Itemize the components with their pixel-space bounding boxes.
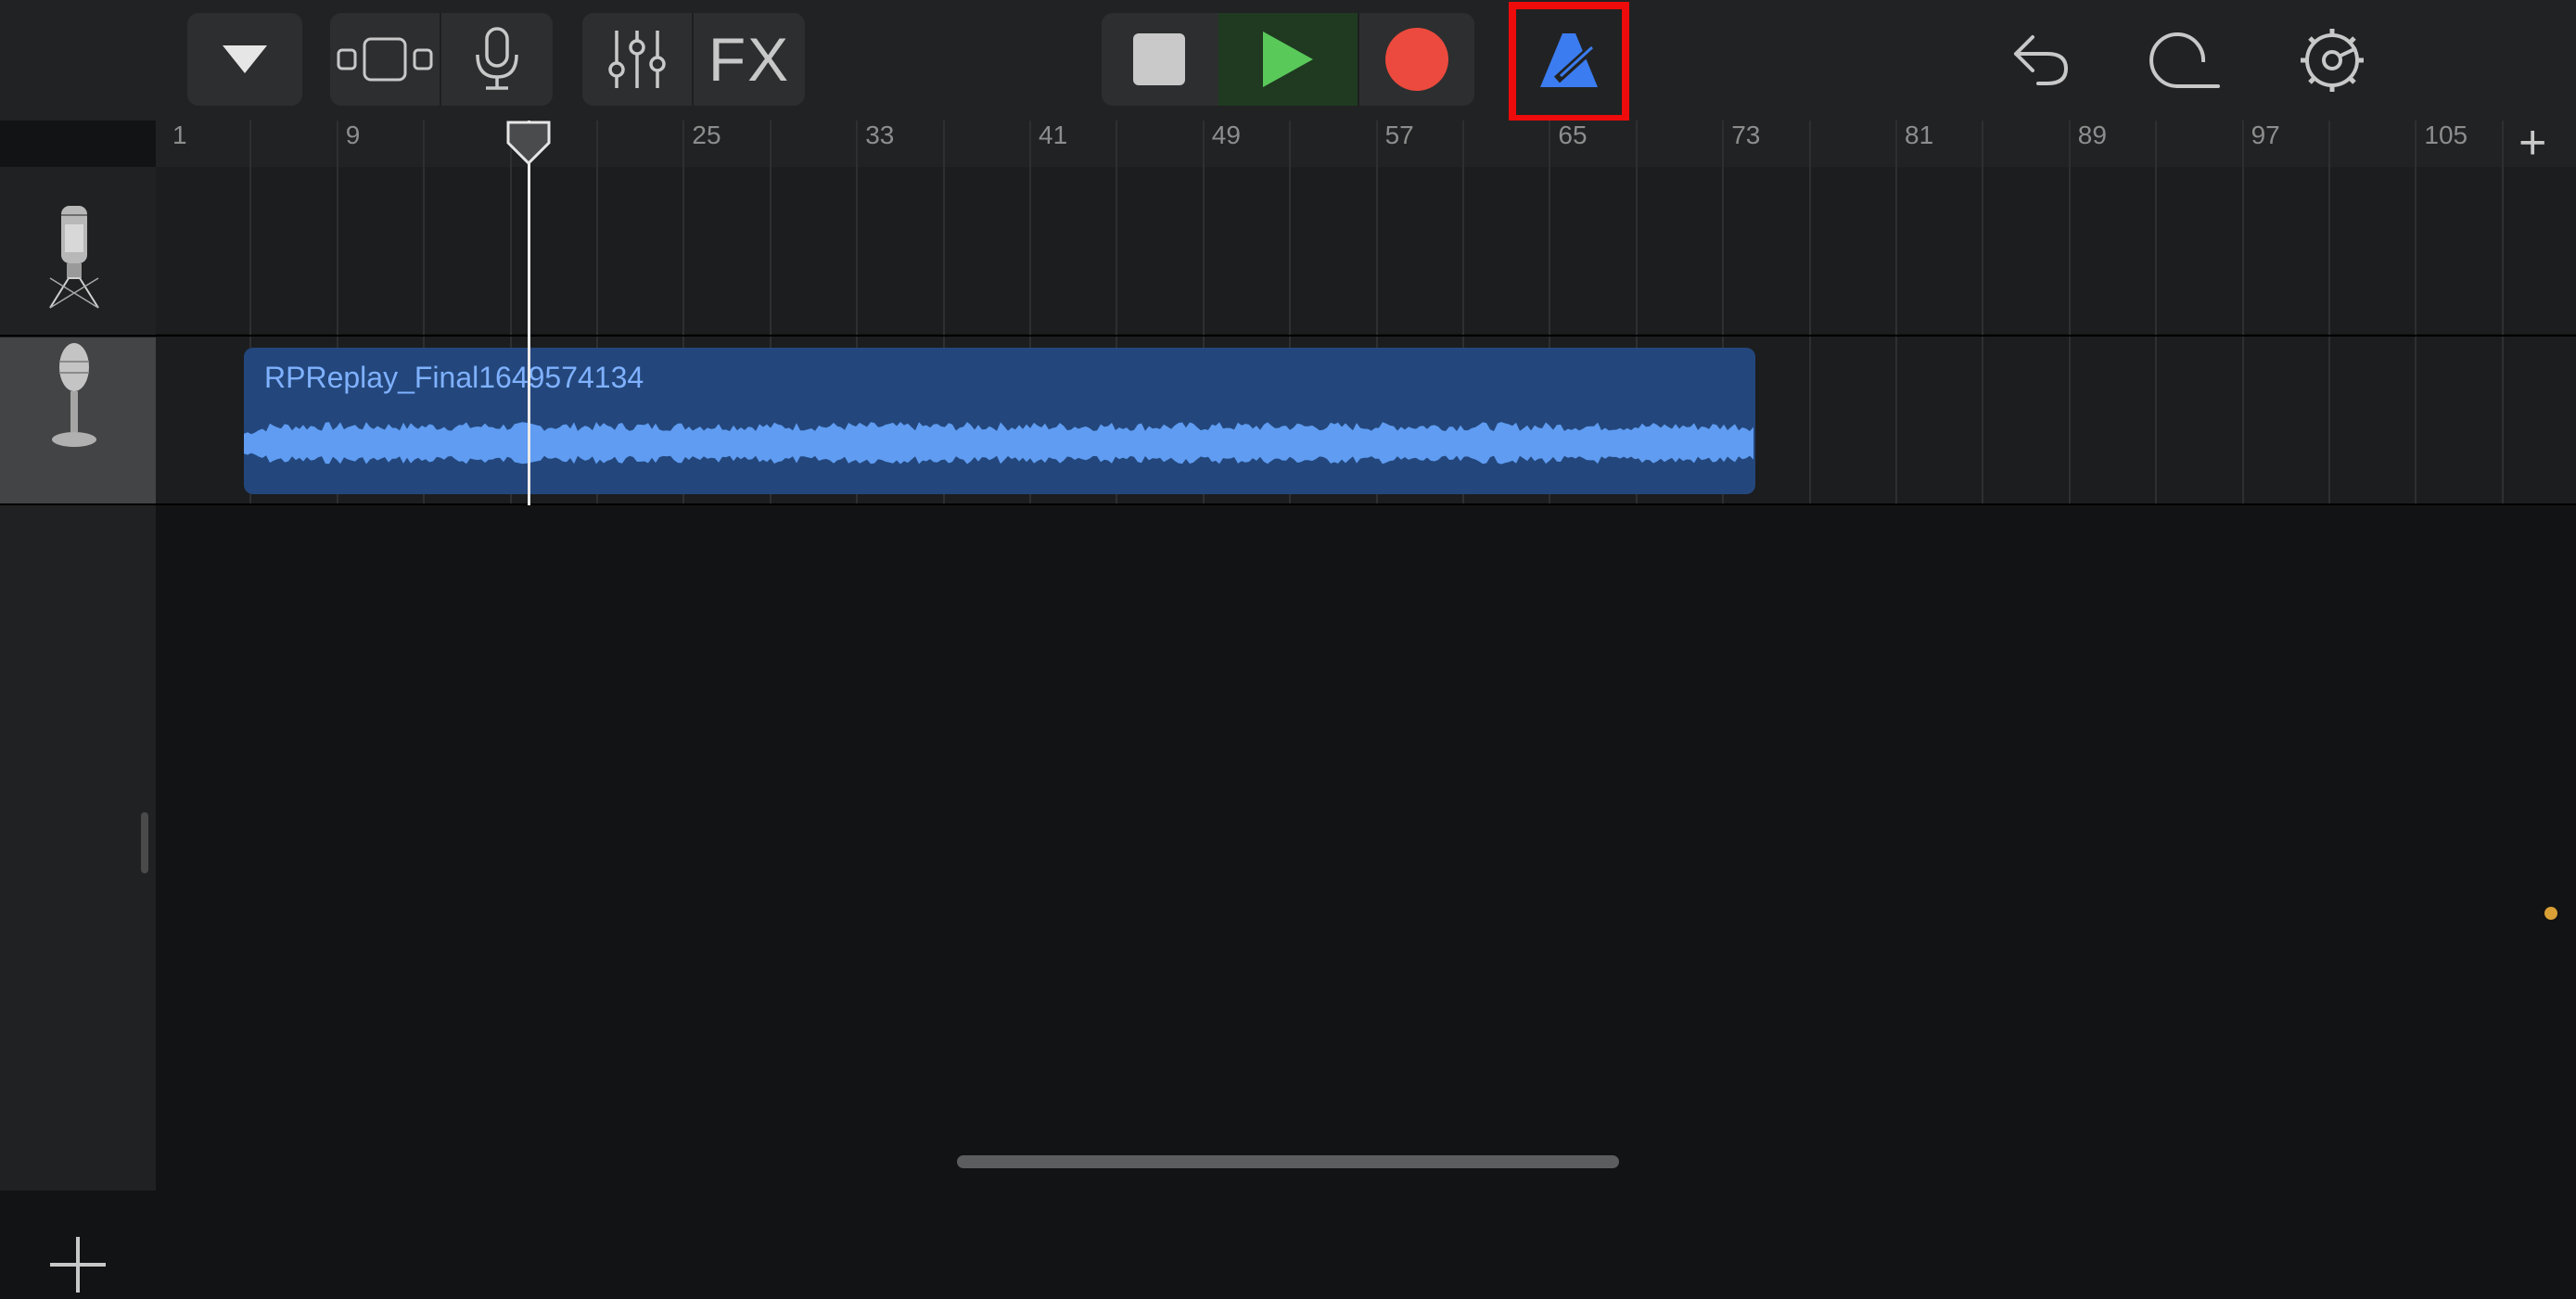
undo-icon (2014, 35, 2069, 85)
tracks-view-button[interactable] (330, 13, 440, 106)
gear-icon (2301, 29, 2364, 92)
recording-indicator-dot (2544, 907, 2557, 920)
plus-icon (50, 1237, 106, 1293)
condenser-microphone-icon (49, 206, 99, 309)
loop-button[interactable] (2146, 14, 2224, 107)
transport-group (1102, 13, 1474, 106)
fx-label: FX (708, 25, 791, 94)
ruler-bar-number: 33 (865, 121, 895, 149)
mix-group: FX (582, 13, 805, 106)
stop-icon (1133, 33, 1185, 85)
ruler-bar-number: 25 (692, 121, 721, 149)
ruler-bar-number: 49 (1211, 121, 1241, 149)
ruler-bar-number: 65 (1558, 121, 1588, 149)
record-button[interactable] (1359, 13, 1474, 106)
ruler-bar-number: 105 (2424, 121, 2468, 149)
play-button[interactable] (1218, 13, 1358, 106)
microphone-icon (476, 27, 518, 90)
track-separator (0, 335, 2576, 337)
bar-gridline (2069, 121, 2071, 505)
home-indicator (957, 1155, 1619, 1168)
playhead-handle[interactable] (505, 121, 552, 167)
add-track-button[interactable] (48, 1235, 108, 1294)
waveform (244, 422, 1753, 465)
browser-group (187, 13, 302, 106)
bar-gridline (2328, 121, 2330, 505)
tracks-view-icon (337, 37, 433, 82)
ruler-bar-number: 41 (1039, 121, 1068, 149)
track-header-classic-mic[interactable] (0, 337, 156, 504)
track-header-condenser-mic[interactable] (0, 167, 156, 336)
undo-button[interactable] (2003, 14, 2077, 107)
ruler-bar-number: 57 (1384, 121, 1414, 149)
track-headers (0, 167, 156, 1293)
ruler-bar-number: 81 (1905, 121, 1934, 149)
bar-gridline (1895, 121, 1897, 505)
view-group (330, 13, 553, 106)
bar-gridline (1809, 121, 1811, 505)
audio-region[interactable]: RPReplay_Final1649574134 (244, 348, 1755, 494)
fx-button[interactable]: FX (694, 13, 805, 106)
classic-microphone-icon (52, 343, 96, 447)
bar-gridline (2502, 121, 2504, 505)
mixer-button[interactable] (582, 13, 692, 106)
track-separator (0, 503, 2576, 505)
browser-dropdown-button[interactable] (187, 13, 302, 106)
ruler-bar-number: 97 (2251, 121, 2280, 149)
loop-icon (2149, 32, 2220, 88)
stop-button[interactable] (1102, 13, 1217, 106)
chevron-down-icon (223, 45, 267, 73)
ruler-bar-number: 1 (172, 121, 187, 149)
add-section-button[interactable]: + (2519, 119, 2546, 167)
control-bar: FX (0, 0, 2576, 122)
track-lane-condenser-mic[interactable] (156, 167, 2576, 334)
ruler-bar-number: 89 (2077, 121, 2107, 149)
bar-gridline (1982, 121, 1983, 505)
bar-gridline (2415, 121, 2417, 505)
instrument-button[interactable] (441, 13, 553, 106)
region-name: RPReplay_Final1649574134 (264, 361, 644, 394)
ruler-bar-number: 9 (345, 121, 361, 149)
metronome-highlight-box (1509, 2, 1629, 122)
bar-gridline (2155, 121, 2157, 505)
sliders-icon (608, 31, 666, 88)
play-icon (1263, 32, 1313, 87)
settings-button[interactable] (2290, 14, 2374, 107)
ruler-bar-number: 73 (1731, 121, 1761, 149)
record-icon (1385, 28, 1448, 91)
bar-gridline (2242, 121, 2244, 505)
header-resize-handle[interactable] (141, 812, 148, 873)
playhead[interactable] (528, 121, 530, 505)
